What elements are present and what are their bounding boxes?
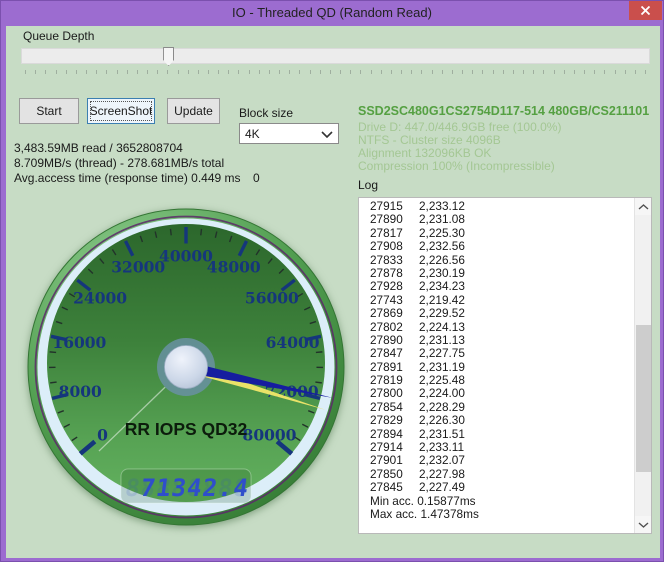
drive-detail-line: Drive D: 447.0/446.9GB free (100.0%) — [358, 120, 562, 134]
log-row: 27890 2,231.08 — [370, 212, 465, 227]
gauge-tick — [315, 351, 323, 354]
gauge-scale-label: 0 — [97, 426, 108, 445]
gauge-scale-label: 80000 — [243, 426, 297, 445]
stat-queue-value: 0 — [253, 171, 260, 185]
queue-depth-slider-track[interactable] — [21, 48, 650, 64]
gauge-scale-label: 40000 — [159, 247, 213, 266]
log-footer-row: Min acc. 0.15877ms — [370, 493, 476, 508]
window-body: Queue Depth Start ScreenShot Update Bloc… — [6, 26, 660, 558]
drive-detail-line: Alignment 132096KB OK — [358, 146, 492, 160]
title-bar: IO - Threaded QD (Random Read) — [1, 1, 663, 26]
drive-model: SSD2SC480G1CS2754D117-514 480GB/CS211101 — [358, 104, 650, 118]
gauge-tick — [169, 228, 172, 236]
log-row: 27915 2,233.12 — [370, 199, 465, 213]
log-row: 27869 2,229.52 — [370, 306, 465, 321]
log-row: 27878 2,230.19 — [370, 265, 465, 280]
drive-detail-line: NTFS - Cluster size 4096B — [358, 133, 501, 147]
log-row: 27928 2,234.23 — [370, 279, 465, 294]
stat-speed: 8.709MB/s (thread) - 278.681MB/s total — [14, 156, 225, 170]
log-row: 27802 2,224.13 — [370, 319, 465, 334]
log-row: 27829 2,226.30 — [370, 413, 465, 428]
log-row: 27833 2,226.56 — [370, 252, 465, 267]
log-row: 27850 2,227.98 — [370, 466, 465, 481]
gauge-scale-label: 48000 — [207, 258, 261, 277]
log-footer-row: Max acc. 1.47378ms — [370, 506, 479, 521]
log-row: 27908 2,232.56 — [370, 239, 465, 254]
gauge-scale-label: 64000 — [266, 333, 320, 352]
log-row: 27890 2,231.13 — [370, 332, 465, 347]
window-title: IO - Threaded QD (Random Read) — [232, 5, 432, 20]
gauge-scale-label: 24000 — [73, 288, 127, 307]
log-row: 27845 2,227.49 — [370, 480, 465, 495]
iops-gauge: 0 8000 16000 24000 320004000048000 56000 64000… — [27, 208, 345, 526]
gauge-tick — [49, 351, 57, 354]
scrollbar-thumb[interactable] — [636, 325, 651, 472]
block-size-selected: 4K — [245, 126, 260, 141]
log-rows: 27915 2,233.12 27890 2,231.08 27817 2,225.30 2… — [359, 199, 634, 521]
log-row: 27847 2,227.75 — [370, 346, 465, 361]
log-row: 27894 2,231.51 — [370, 426, 465, 441]
block-size-label: Block size — [239, 106, 294, 120]
close-button[interactable] — [629, 1, 662, 20]
log-row: 27854 2,228.29 — [370, 399, 465, 414]
stat-access-time: Avg.access time (response time) 0.449 ms — [14, 171, 241, 185]
scroll-up-icon — [638, 203, 649, 210]
update-button[interactable]: Update — [167, 98, 220, 124]
log-row: 27901 2,232.07 — [370, 453, 465, 468]
gauge-title: RR IOPS QD32 — [125, 419, 248, 439]
gauge-tick — [50, 381, 57, 384]
app-window: IO - Threaded QD (Random Read) Queue Dep… — [0, 0, 664, 562]
log-row: 27914 2,233.11 — [370, 440, 465, 455]
log-scrollbar[interactable] — [634, 198, 651, 533]
log-row: 27891 2,231.19 — [370, 359, 465, 374]
scroll-down-button[interactable] — [635, 516, 651, 533]
block-size-dropdown[interactable]: 4K — [239, 123, 339, 144]
gauge-scale-label: 56000 — [245, 288, 299, 307]
gauge-scale-label: 32000 — [111, 258, 165, 277]
queue-depth-slider-ticks — [25, 70, 647, 75]
log-row: 27743 2,219.42 — [370, 292, 465, 307]
log-row: 27800 2,224.00 — [370, 386, 465, 401]
log-listbox[interactable]: 27915 2,233.12 27890 2,231.08 27817 2,225.30 2… — [358, 197, 652, 534]
gauge-display-value: 71342.4 — [123, 474, 250, 502]
log-label: Log — [358, 178, 379, 192]
scroll-down-icon — [638, 521, 649, 528]
queue-depth-label: Queue Depth — [23, 29, 95, 43]
chevron-down-icon — [321, 131, 333, 138]
gauge-scale-label: 16000 — [52, 333, 106, 352]
start-button[interactable]: Start — [19, 98, 79, 124]
log-row: 27817 2,225.30 — [370, 225, 465, 240]
log-row: 27819 2,225.48 — [370, 373, 465, 388]
drive-detail-line: Compression 100% (Incompressible) — [358, 159, 555, 173]
stat-read: 3,483.59MB read / 3652808704 — [14, 141, 183, 155]
screenshot-button[interactable]: ScreenShot — [87, 98, 155, 124]
scroll-up-button[interactable] — [635, 198, 651, 215]
gauge-tick — [200, 228, 203, 236]
gauge-hub — [164, 345, 208, 389]
close-icon — [640, 6, 651, 15]
gauge-scale-label: 8000 — [59, 382, 102, 401]
